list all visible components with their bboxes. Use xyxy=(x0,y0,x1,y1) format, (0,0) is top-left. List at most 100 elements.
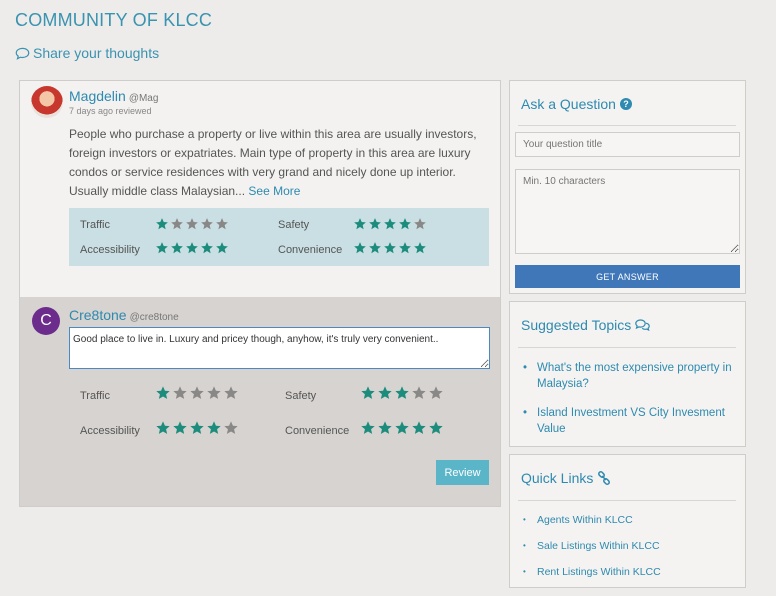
star-filled-icon xyxy=(384,242,396,254)
star-filled-icon[interactable] xyxy=(394,385,410,401)
share-thoughts-link[interactable]: Share your thoughts xyxy=(15,45,159,61)
see-more-link[interactable]: See More xyxy=(248,184,300,198)
divider xyxy=(518,125,736,126)
rating-label-safety: Safety xyxy=(285,390,317,402)
suggested-topics-card: Suggested Topics What's the most expensi… xyxy=(509,301,746,447)
star-filled-icon[interactable] xyxy=(189,420,205,436)
review-card: Magdelin @Mag 7 days ago reviewed People … xyxy=(20,81,500,296)
divider xyxy=(518,500,736,501)
question-title-input[interactable] xyxy=(515,132,740,157)
suggested-topic-link[interactable]: Island Investment VS City Invesment Valu… xyxy=(522,405,732,437)
review-input[interactable]: Good place to live in. Luxury and pricey… xyxy=(69,327,490,369)
star-filled-icon xyxy=(201,242,213,254)
get-answer-button[interactable]: GET ANSWER xyxy=(515,265,740,288)
rating-label-accessibility: Accessibility xyxy=(80,425,140,437)
share-thoughts-label: Share your thoughts xyxy=(33,45,160,61)
page-title: COMMUNITY OF KLCC xyxy=(15,10,213,30)
star-filled-icon[interactable] xyxy=(360,385,376,401)
star-empty-icon[interactable] xyxy=(172,385,188,401)
star-empty-icon xyxy=(186,218,198,230)
quick-link[interactable]: Sale Listings Within KLCC xyxy=(522,540,660,552)
rating-stars-accessibility[interactable] xyxy=(155,420,239,436)
star-empty-icon[interactable] xyxy=(189,385,205,401)
quick-links-title-text: Quick Links xyxy=(521,470,594,486)
review-author-handle: @Mag xyxy=(128,93,159,104)
quick-link[interactable]: Agents Within KLCC xyxy=(522,514,633,526)
star-filled-icon xyxy=(216,242,228,254)
star-filled-icon xyxy=(156,242,168,254)
quick-link[interactable]: Rent Listings Within KLCC xyxy=(522,566,661,578)
star-filled-icon xyxy=(399,242,411,254)
star-filled-icon xyxy=(156,218,168,230)
rating-stars-traffic[interactable] xyxy=(155,385,239,401)
star-empty-icon xyxy=(171,218,183,230)
star-empty-icon[interactable] xyxy=(206,385,222,401)
rating-stars-convenience[interactable] xyxy=(360,420,444,436)
star-filled-icon[interactable] xyxy=(360,420,376,436)
star-filled-icon[interactable] xyxy=(377,385,393,401)
rating-label-convenience: Convenience xyxy=(285,425,350,437)
star-empty-icon xyxy=(201,218,213,230)
ask-question-title: Ask a Question ? xyxy=(521,96,632,112)
speech-bubble-icon xyxy=(15,47,30,60)
rating-label-convenience: Convenience xyxy=(278,244,343,256)
star-filled-icon[interactable] xyxy=(411,420,427,436)
review-button[interactable]: Review xyxy=(436,460,489,485)
suggested-topic-link[interactable]: What's the most expensive property in Ma… xyxy=(522,360,732,392)
question-circle-icon: ? xyxy=(619,98,632,110)
composer-author-name[interactable]: Cre8tone xyxy=(69,307,127,323)
star-empty-icon[interactable] xyxy=(411,385,427,401)
composer-author-handle: @cre8tone xyxy=(129,312,179,323)
link-icon xyxy=(598,471,611,485)
review-author[interactable]: Magdelin @Mag xyxy=(69,88,158,104)
star-filled-icon[interactable] xyxy=(155,420,171,436)
rating-label-accessibility: Accessibility xyxy=(80,244,140,256)
star-filled-icon[interactable] xyxy=(206,420,222,436)
star-filled-icon xyxy=(354,218,366,230)
divider xyxy=(518,347,736,348)
review-author-name[interactable]: Magdelin xyxy=(69,88,126,104)
star-empty-icon xyxy=(216,218,228,230)
star-filled-icon[interactable] xyxy=(428,420,444,436)
rating-stars-traffic xyxy=(155,217,229,231)
suggested-topics-title: Suggested Topics xyxy=(521,317,651,333)
star-filled-icon[interactable] xyxy=(172,420,188,436)
star-filled-icon xyxy=(399,218,411,230)
star-filled-icon xyxy=(369,242,381,254)
star-empty-icon[interactable] xyxy=(428,385,444,401)
chat-bubbles-icon xyxy=(635,319,651,331)
question-body-input[interactable] xyxy=(515,169,740,254)
star-filled-icon xyxy=(414,242,426,254)
star-empty-icon[interactable] xyxy=(223,385,239,401)
reviews-panel: Magdelin @Mag 7 days ago reviewed People … xyxy=(19,80,501,507)
rating-stars-convenience xyxy=(353,241,427,255)
svg-text:?: ? xyxy=(623,99,629,109)
review-ratings: Traffic Safety Accessibility Convenience xyxy=(69,208,489,266)
rating-stars-safety xyxy=(353,217,427,231)
star-filled-icon[interactable] xyxy=(155,385,171,401)
star-filled-icon xyxy=(171,242,183,254)
quick-links-card: Quick Links Agents Within KLCC Sale List… xyxy=(509,454,746,588)
review-timestamp: 7 days ago reviewed xyxy=(69,106,152,116)
suggested-topics-title-text: Suggested Topics xyxy=(521,317,632,333)
rating-label-traffic: Traffic xyxy=(80,390,110,402)
star-empty-icon xyxy=(414,218,426,230)
rating-label-safety: Safety xyxy=(278,219,310,231)
star-filled-icon[interactable] xyxy=(394,420,410,436)
star-empty-icon[interactable] xyxy=(223,420,239,436)
review-composer: C Cre8tone @cre8tone Good place to live i… xyxy=(20,297,500,506)
composer-author: Cre8tone @cre8tone xyxy=(69,307,179,323)
star-filled-icon xyxy=(354,242,366,254)
avatar xyxy=(31,86,63,118)
rating-stars-accessibility xyxy=(155,241,229,255)
rating-stars-safety[interactable] xyxy=(360,385,444,401)
review-text: People who purchase a property or live w… xyxy=(69,125,479,201)
avatar: C xyxy=(32,307,60,335)
star-filled-icon xyxy=(186,242,198,254)
quick-links-title: Quick Links xyxy=(521,470,611,486)
ask-question-card: Ask a Question ? GET ANSWER xyxy=(509,80,746,294)
rating-label-traffic: Traffic xyxy=(80,219,110,231)
star-filled-icon xyxy=(369,218,381,230)
star-filled-icon[interactable] xyxy=(377,420,393,436)
star-filled-icon xyxy=(384,218,396,230)
